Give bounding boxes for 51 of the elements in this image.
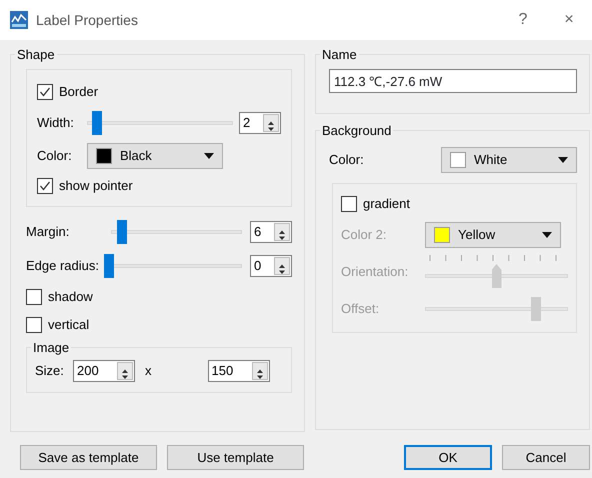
- slider-thumb[interactable]: [92, 111, 102, 135]
- field-label: Color:: [329, 151, 365, 170]
- field-label: Size:: [35, 362, 65, 380]
- group-title: Shape: [16, 48, 56, 61]
- dialog-button[interactable]: Use template: [167, 445, 304, 470]
- checkbox-label: vertical: [48, 316, 90, 334]
- help-button[interactable]: ?: [500, 8, 546, 32]
- field-label: Color:: [37, 147, 73, 166]
- color-dropdown[interactable]: White: [441, 147, 577, 173]
- group-title: Name: [321, 48, 358, 61]
- dialog-button[interactable]: Save as template: [20, 445, 157, 470]
- close-button[interactable]: ×: [546, 8, 592, 32]
- spin-arrows-icon[interactable]: [274, 257, 290, 275]
- field-label: Edge radius:: [26, 257, 100, 276]
- dimension-separator: x: [145, 362, 152, 380]
- field-label: Orientation:: [341, 263, 410, 282]
- dialog-button[interactable]: OK: [404, 445, 492, 470]
- spin-arrows-icon[interactable]: [252, 362, 268, 380]
- spin-arrows-icon[interactable]: [263, 114, 279, 132]
- field-label: Offset:: [341, 300, 380, 318]
- app-icon: [10, 11, 28, 29]
- caret-icon: [542, 232, 552, 238]
- checkbox[interactable]: [37, 178, 53, 194]
- field-label: Width:: [37, 114, 75, 132]
- checkbox[interactable]: [37, 84, 53, 100]
- spin-box[interactable]: 150: [208, 360, 270, 382]
- window-title: Label Properties: [36, 10, 138, 30]
- caret-icon: [204, 153, 214, 159]
- checkbox-label: Border: [59, 83, 98, 102]
- checkbox-label: gradient: [363, 195, 410, 214]
- caret-icon: [558, 157, 568, 163]
- spin-arrows-icon[interactable]: [274, 223, 290, 241]
- field-label: Color 2:: [341, 226, 388, 244]
- checkbox[interactable]: [26, 289, 42, 305]
- checkbox-label: shadow: [48, 288, 93, 306]
- spin-box[interactable]: 200: [73, 360, 135, 382]
- name-field[interactable]: 112.3 ℃,-27.6 mW: [329, 69, 577, 93]
- spin-arrows-icon[interactable]: [117, 362, 133, 380]
- group-title: Background: [321, 124, 392, 137]
- spin-box[interactable]: 0: [250, 255, 292, 277]
- group-title: Image: [32, 341, 70, 354]
- checkbox[interactable]: [341, 196, 357, 212]
- color-dropdown[interactable]: Black: [87, 143, 223, 169]
- checkbox-label: show pointer: [59, 177, 133, 196]
- slider-thumb[interactable]: [117, 220, 128, 244]
- spin-box[interactable]: 2: [239, 112, 281, 134]
- spin-box[interactable]: 6: [250, 221, 292, 243]
- checkbox[interactable]: [26, 317, 42, 333]
- dialog-button[interactable]: Cancel: [502, 445, 590, 470]
- field-label: Margin:: [26, 223, 70, 242]
- slider-thumb[interactable]: [104, 254, 114, 278]
